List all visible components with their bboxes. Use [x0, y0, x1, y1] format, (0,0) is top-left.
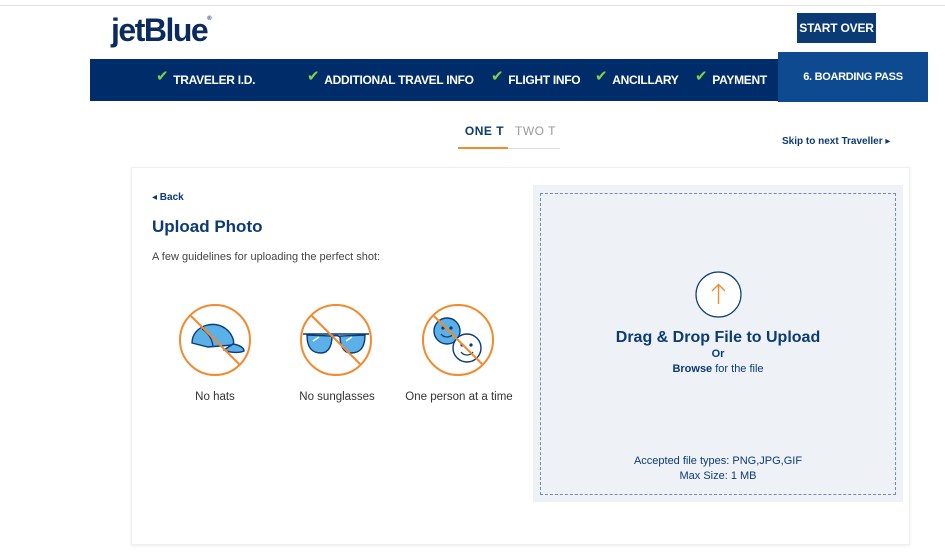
step-traveler-id[interactable]: ✔ TRAVELER I.D.: [156, 59, 255, 101]
skip-to-next-traveller-link[interactable]: Skip to next Traveller ▸: [782, 136, 890, 147]
checkmark-icon: ✔: [307, 68, 320, 85]
step-navigation: ✔ TRAVELER I.D. ✔ ADDITIONAL TRAVEL INFO ✔…: [90, 52, 928, 102]
dropzone-or: Or: [711, 348, 725, 360]
accepted-file-types: Accepted file types: PNG,JPG,GIF: [633, 455, 803, 467]
passenger-tabs: ONE T TWO T: [458, 124, 560, 149]
step-additional-travel-info[interactable]: ✔ ADDITIONAL TRAVEL INFO: [307, 59, 474, 101]
tab-divider: [508, 148, 560, 149]
upload-photo-title: Upload Photo: [152, 217, 263, 236]
start-over-button[interactable]: START OVER: [797, 13, 876, 43]
guideline-label: One person at a time: [405, 391, 513, 403]
browse-link[interactable]: Browse: [672, 363, 712, 375]
upload-guidelines-text: A few guidelines for uploading the perfe…: [152, 251, 381, 263]
guideline-label: No hats: [195, 391, 235, 403]
no-hat-icon: [179, 304, 251, 376]
dropzone-title: Drag & Drop File to Upload: [615, 329, 821, 346]
checkmark-icon: ✔: [695, 68, 708, 85]
step-flight-info[interactable]: ✔ FLIGHT INFO: [491, 59, 581, 101]
max-file-size: Max Size: 1 MB: [679, 470, 757, 482]
step-boarding-pass[interactable]: 6. BOARDING PASS: [778, 52, 928, 102]
top-divider: [0, 5, 945, 6]
jetblue-logo[interactable]: jetBlue®: [111, 12, 212, 49]
no-sunglasses-icon: [300, 304, 372, 376]
tab-passenger-one[interactable]: ONE T: [458, 124, 508, 138]
checkmark-icon: ✔: [491, 68, 504, 85]
checkmark-icon: ✔: [156, 68, 169, 85]
step-payment[interactable]: ✔ PAYMENT: [695, 59, 767, 101]
back-link[interactable]: ◂ Back: [152, 192, 184, 203]
checkmark-icon: ✔: [595, 68, 608, 85]
browse-text: Browse for the file: [672, 363, 764, 375]
active-tab-indicator: [458, 147, 508, 149]
step-ancillary[interactable]: ✔ ANCILLARY: [595, 59, 679, 101]
upload-arrow-icon[interactable]: [695, 271, 742, 318]
tab-passenger-two[interactable]: TWO T: [515, 124, 556, 138]
one-person-icon: [422, 304, 494, 376]
guideline-label: No sunglasses: [299, 391, 375, 403]
